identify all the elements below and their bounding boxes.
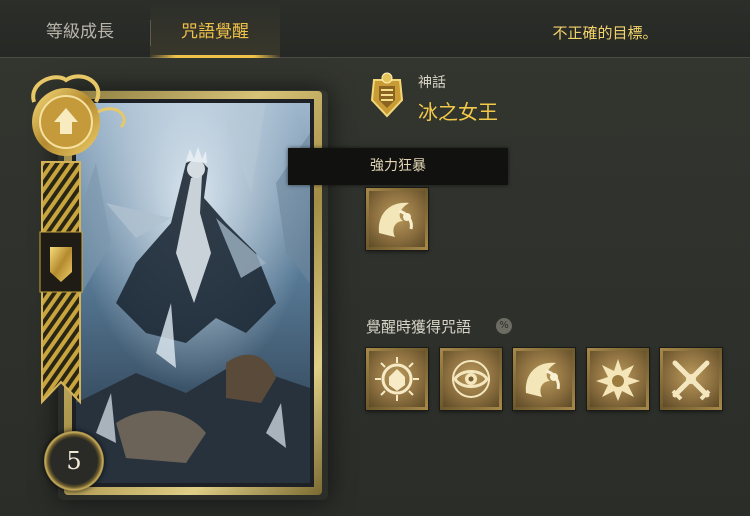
card-name: 冰之女王	[418, 100, 498, 124]
tab-spell-awakening[interactable]: 咒語覺醒	[150, 0, 280, 58]
awakening-spell-5[interactable]	[660, 348, 722, 410]
berserk-skill-icon	[525, 362, 560, 397]
awakening-spell-3[interactable]	[513, 348, 575, 410]
explosion-skill-icon	[596, 359, 640, 401]
percent-info-icon[interactable]: %	[496, 318, 512, 334]
mythic-rank-icon	[370, 72, 404, 118]
error-message: 不正確的目標。	[552, 24, 658, 42]
sun-shield-skill-icon	[375, 357, 419, 401]
card-rank: 神話	[418, 75, 446, 91]
berserk-skill-icon	[378, 202, 413, 237]
rank-ribbon	[31, 74, 126, 405]
awakening-section-title: 覺醒時獲得咒語	[366, 318, 472, 336]
current-spell-slot[interactable]	[366, 188, 428, 250]
eye-skill-icon	[452, 360, 490, 398]
tooltip-text: 強力狂暴	[370, 158, 426, 174]
awakening-spell-1[interactable]	[366, 348, 428, 410]
crossed-swords-skill-icon	[671, 360, 711, 401]
active-tab-underline	[150, 55, 280, 58]
awakening-spell-2[interactable]	[440, 348, 502, 410]
awakening-spell-4[interactable]	[587, 348, 649, 410]
tab-level-growth[interactable]: 等級成長	[20, 0, 140, 58]
card-level: 5	[66, 447, 82, 475]
